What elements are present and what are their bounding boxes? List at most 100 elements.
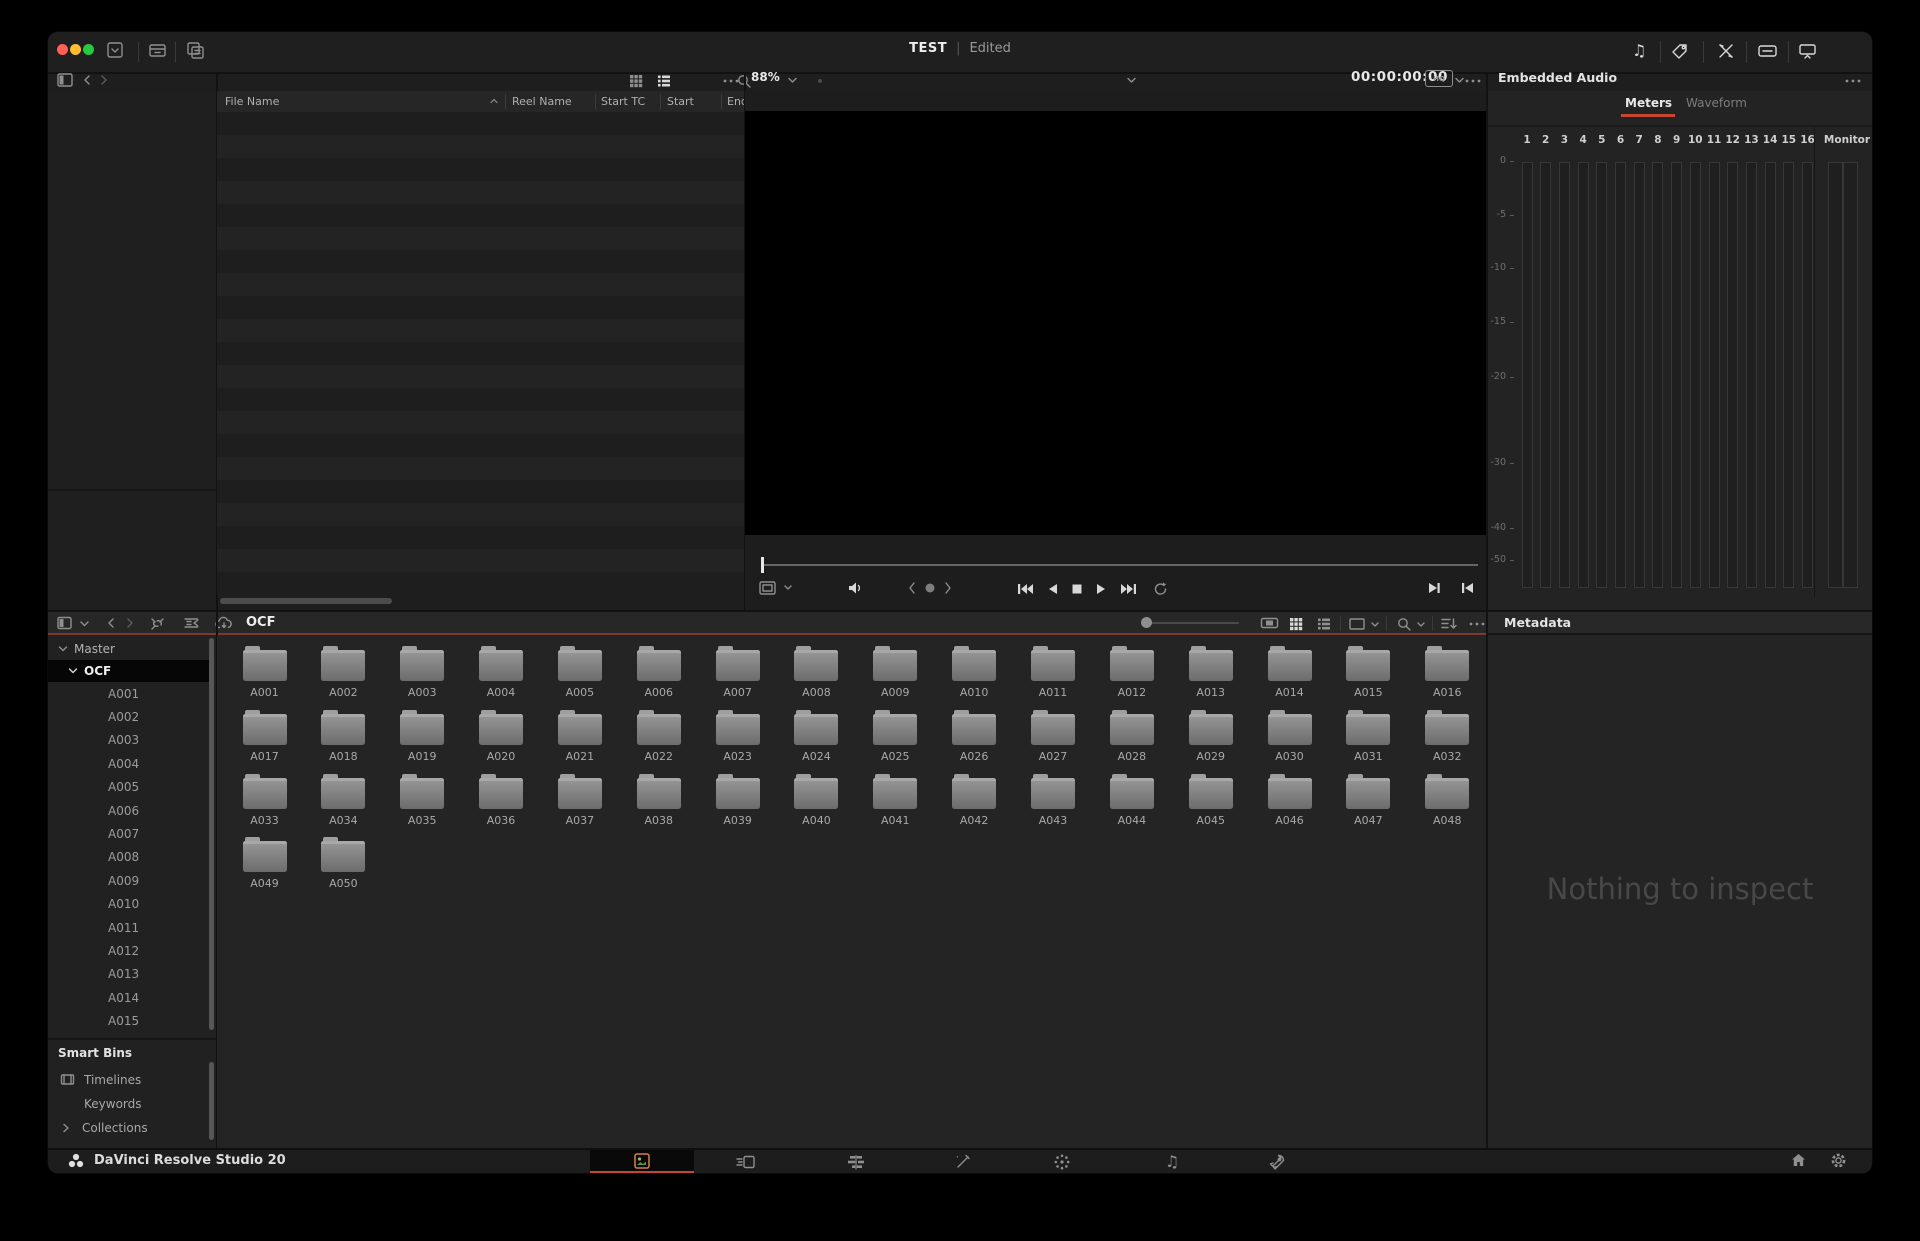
folder-item[interactable]: A041 xyxy=(856,772,935,830)
folder-item[interactable]: A043 xyxy=(1014,772,1093,830)
thumbnail-size-knob[interactable] xyxy=(1141,617,1152,628)
folder-item[interactable]: A004 xyxy=(462,644,541,702)
keyboard-icon[interactable] xyxy=(1757,42,1778,60)
tree-item-ocf[interactable]: OCF xyxy=(48,660,212,682)
folder-item[interactable]: A033 xyxy=(225,772,304,830)
page-tab-media[interactable] xyxy=(590,1150,694,1173)
folder-item[interactable]: A011 xyxy=(1014,644,1093,702)
sidebar-scrollbar[interactable] xyxy=(209,638,214,1030)
folder-item[interactable]: A013 xyxy=(1171,644,1250,702)
folder-item[interactable]: A023 xyxy=(698,708,777,766)
folder-item[interactable]: A018 xyxy=(304,708,383,766)
first-frame-button[interactable] xyxy=(1016,582,1034,596)
folder-item[interactable]: A003 xyxy=(383,644,462,702)
folder-item[interactable]: A029 xyxy=(1171,708,1250,766)
folder-item[interactable]: A010 xyxy=(935,644,1014,702)
folder-item[interactable]: A001 xyxy=(225,644,304,702)
column-start[interactable]: Start xyxy=(667,95,694,108)
page-tab-cut[interactable] xyxy=(726,1150,766,1173)
folder-item[interactable]: A036 xyxy=(462,772,541,830)
folder-item[interactable]: A039 xyxy=(698,772,777,830)
tree-bin-item[interactable]: A006 xyxy=(48,799,212,822)
page-tab-fairlight[interactable]: ♫ xyxy=(1152,1150,1192,1173)
tab-waveform[interactable]: Waveform xyxy=(1686,96,1747,110)
audio-panel-options-icon[interactable] xyxy=(1844,77,1862,85)
media-pool-horizontal-scrollbar[interactable] xyxy=(220,598,392,604)
flags-icon[interactable] xyxy=(182,616,200,631)
folder-item[interactable]: A016 xyxy=(1408,644,1487,702)
viewer-playhead[interactable] xyxy=(761,557,764,573)
tree-bin-item[interactable]: A003 xyxy=(48,729,212,752)
tree-bin-item[interactable]: A007 xyxy=(48,822,212,845)
metadata-view-icon[interactable] xyxy=(1348,617,1366,631)
list-view-icon[interactable] xyxy=(656,73,672,89)
fairlight-mixer-icon[interactable]: ♫ xyxy=(1632,41,1646,60)
match-frame-out-button[interactable] xyxy=(1460,581,1476,595)
tree-bin-item[interactable]: A005 xyxy=(48,776,212,799)
bin-list-chevron-icon[interactable] xyxy=(79,620,90,628)
bin-search-icon[interactable] xyxy=(1396,616,1412,632)
forward-icon[interactable] xyxy=(98,74,110,86)
external-monitor-icon[interactable] xyxy=(1797,41,1818,61)
folder-item[interactable]: A025 xyxy=(856,708,935,766)
bin-options-icon[interactable] xyxy=(1468,620,1486,628)
match-frame-in-button[interactable] xyxy=(1426,581,1442,595)
column-file-name[interactable]: File Name xyxy=(225,95,279,108)
keyword-tag-icon[interactable] xyxy=(1670,41,1690,61)
folder-item[interactable]: A005 xyxy=(540,644,619,702)
folder-item[interactable]: A012 xyxy=(1092,644,1171,702)
folder-item[interactable]: A014 xyxy=(1250,644,1329,702)
page-tab-color[interactable] xyxy=(1042,1150,1082,1173)
folder-item[interactable]: A031 xyxy=(1329,708,1408,766)
tree-bin-item[interactable]: A002 xyxy=(48,705,212,728)
jog-control[interactable] xyxy=(908,581,952,595)
folder-item[interactable]: A030 xyxy=(1250,708,1329,766)
bin-grid-view-icon[interactable] xyxy=(1288,616,1304,632)
folder-item[interactable]: A035 xyxy=(383,772,462,830)
tab-meters[interactable]: Meters xyxy=(1625,96,1672,110)
clip-menu-chevron-icon[interactable] xyxy=(1126,76,1137,85)
viewer-zoom-chevron-icon[interactable] xyxy=(787,76,798,85)
folder-item[interactable]: A038 xyxy=(619,772,698,830)
audio-volume-icon[interactable] xyxy=(846,579,864,597)
folder-item[interactable]: A024 xyxy=(777,708,856,766)
bin-forward-icon[interactable] xyxy=(124,617,136,629)
viewer-scrubber[interactable] xyxy=(762,564,1478,566)
tree-bin-item[interactable]: A011 xyxy=(48,916,212,939)
folder-item[interactable]: A008 xyxy=(777,644,856,702)
tree-bin-item[interactable]: A001 xyxy=(48,682,212,705)
column-start-tc[interactable]: Start TC xyxy=(601,95,645,108)
last-frame-button[interactable] xyxy=(1120,582,1138,596)
bin-list-view-icon[interactable] xyxy=(1316,616,1332,632)
viewer-options-icon[interactable] xyxy=(1464,77,1482,85)
folder-item[interactable]: A027 xyxy=(1014,708,1093,766)
folder-item[interactable]: A048 xyxy=(1408,772,1487,830)
viewer-zoom-select[interactable]: 88% xyxy=(751,70,787,84)
tree-bin-item[interactable]: A008 xyxy=(48,846,212,869)
tree-bin-item[interactable]: A004 xyxy=(48,752,212,775)
folder-item[interactable]: A049 xyxy=(225,835,304,893)
folder-item[interactable]: A022 xyxy=(619,708,698,766)
relink-media-icon[interactable] xyxy=(149,616,166,631)
folder-item[interactable]: A002 xyxy=(304,644,383,702)
folder-item[interactable]: A015 xyxy=(1329,644,1408,702)
folder-item[interactable]: A040 xyxy=(777,772,856,830)
folder-item[interactable]: A042 xyxy=(935,772,1014,830)
folder-item[interactable]: A017 xyxy=(225,708,304,766)
folder-item[interactable]: A007 xyxy=(698,644,777,702)
filmstrip-view-icon[interactable] xyxy=(1260,616,1279,630)
loop-playback-button[interactable] xyxy=(1152,581,1169,597)
column-reel-name[interactable]: Reel Name xyxy=(512,95,572,108)
clip-display-chevron-icon[interactable] xyxy=(783,584,793,592)
play-reverse-button[interactable] xyxy=(1046,582,1059,596)
tree-bin-item[interactable]: A014 xyxy=(48,986,212,1009)
tree-item-master[interactable]: Master xyxy=(48,638,212,660)
folder-item[interactable]: A019 xyxy=(383,708,462,766)
folder-item[interactable]: A045 xyxy=(1171,772,1250,830)
folder-item[interactable]: A050 xyxy=(304,835,383,893)
stop-button[interactable] xyxy=(1071,582,1083,596)
folder-item[interactable]: A006 xyxy=(619,644,698,702)
tools-icon[interactable] xyxy=(1716,41,1736,61)
folder-item[interactable]: A009 xyxy=(856,644,935,702)
smart-bin-timelines[interactable]: Timelines xyxy=(48,1068,212,1091)
